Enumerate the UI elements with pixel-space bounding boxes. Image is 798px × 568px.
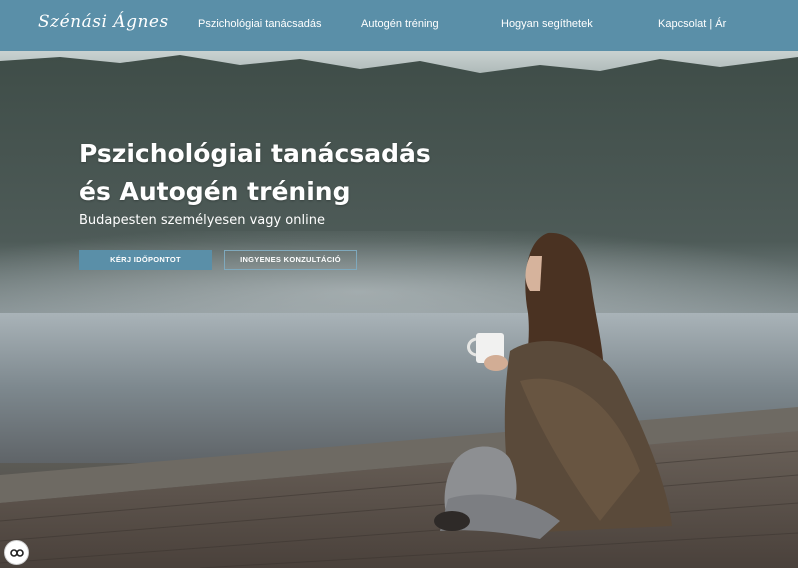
nav-link-tanacsadas[interactable]: Pszichológiai tanácsadás: [198, 18, 322, 30]
hero-headline: Pszichológiai tanácsadás és Autogén trén…: [79, 135, 431, 211]
nav-link-autogen-trening[interactable]: Autogén tréning: [361, 18, 439, 30]
cookie-consent-icon: [9, 548, 24, 557]
top-navigation: Szénási Ágnes Pszichológiai tanácsadás A…: [0, 0, 798, 51]
book-appointment-button[interactable]: KÉRJ IDŐPONTOT: [79, 250, 212, 270]
hero-headline-line-2: és Autogén tréning: [79, 177, 351, 206]
hero-headline-line-1: Pszichológiai tanácsadás: [79, 139, 431, 168]
nav-link-kapcsolat-ar[interactable]: Kapcsolat | Ár: [658, 18, 726, 30]
free-consultation-button[interactable]: INGYENES KONZULTÁCIÓ: [224, 250, 357, 270]
hero-subtitle: Budapesten személyesen vagy online: [79, 213, 325, 228]
hero-section: Pszichológiai tanácsadás és Autogén trén…: [0, 51, 798, 568]
site-logo[interactable]: Szénási Ágnes: [38, 12, 169, 32]
cookie-consent-button[interactable]: [4, 540, 29, 565]
nav-link-hogyan-segithetek[interactable]: Hogyan segíthetek: [501, 18, 593, 30]
hero-background-image: [0, 51, 798, 568]
